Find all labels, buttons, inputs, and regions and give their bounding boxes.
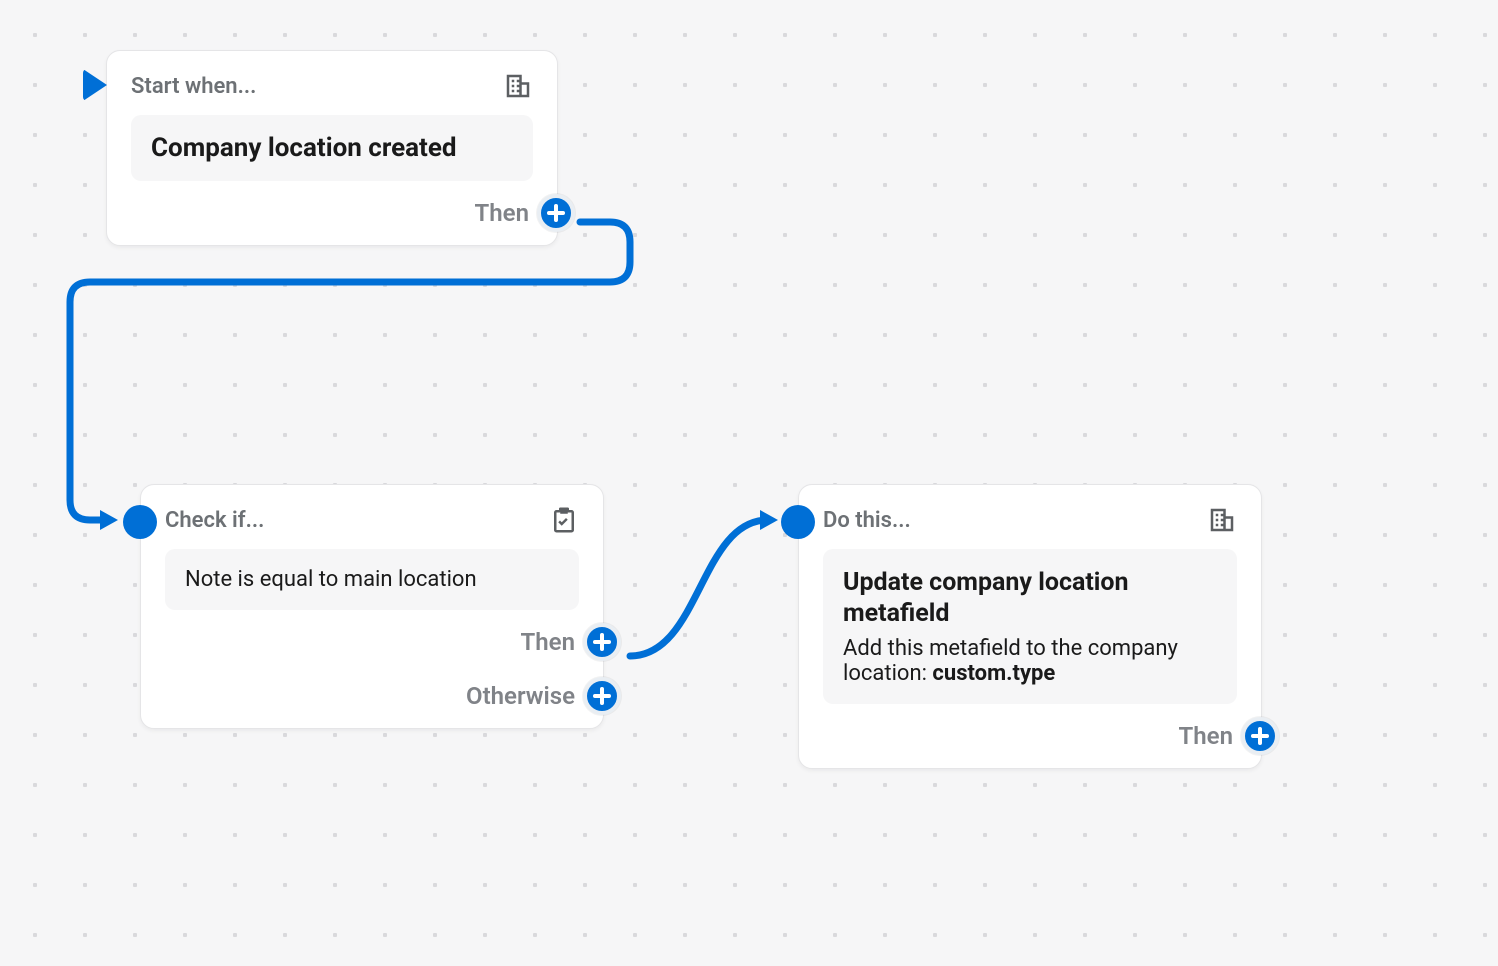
workflow-canvas[interactable]: Start when... Company location created T…: [0, 0, 1498, 966]
trigger-title: Company location created: [131, 115, 533, 181]
condition-otherwise-port: Otherwise: [466, 682, 575, 710]
action-then-port: Then: [1179, 722, 1233, 750]
action-node[interactable]: Do this... Update company location metaf…: [798, 484, 1262, 769]
plus-icon: [547, 204, 565, 222]
action-header: Do this...: [823, 505, 1237, 535]
condition-header-label: Check if...: [165, 508, 264, 533]
condition-then-port: Then: [521, 628, 575, 656]
action-then-label: Then: [1179, 722, 1233, 750]
action-body: Update company location metafield Add th…: [823, 549, 1237, 704]
condition-then-label: Then: [521, 628, 575, 656]
action-input-port: [781, 505, 815, 539]
add-step-button[interactable]: [1241, 717, 1279, 755]
trigger-node[interactable]: Start when... Company location created T…: [106, 50, 558, 246]
plus-icon: [593, 633, 611, 651]
trigger-header-label: Start when...: [131, 74, 256, 99]
clipboard-check-icon: [549, 505, 579, 535]
plus-icon: [593, 687, 611, 705]
trigger-then-port: Then: [475, 199, 529, 227]
plus-icon: [1251, 727, 1269, 745]
action-header-label: Do this...: [823, 508, 911, 533]
add-step-button[interactable]: [583, 677, 621, 715]
action-title: Update company location metafield: [843, 567, 1217, 630]
building-icon: [1207, 505, 1237, 535]
condition-expression: Note is equal to main location: [165, 549, 579, 610]
action-description: Add this metafield to the company locati…: [843, 636, 1217, 686]
condition-header: Check if...: [165, 505, 579, 535]
condition-otherwise-label: Otherwise: [466, 682, 575, 710]
building-icon: [503, 71, 533, 101]
condition-input-port: [123, 505, 157, 539]
arrow-into-condition: [100, 510, 118, 530]
action-description-bold: custom.type: [932, 661, 1055, 686]
play-icon: [83, 69, 107, 101]
trigger-then-label: Then: [475, 199, 529, 227]
add-step-button[interactable]: [583, 623, 621, 661]
condition-node[interactable]: Check if... Note is equal to main locati…: [140, 484, 604, 729]
trigger-header: Start when...: [131, 71, 533, 101]
arrow-into-action: [760, 510, 778, 530]
add-step-button[interactable]: [537, 194, 575, 232]
